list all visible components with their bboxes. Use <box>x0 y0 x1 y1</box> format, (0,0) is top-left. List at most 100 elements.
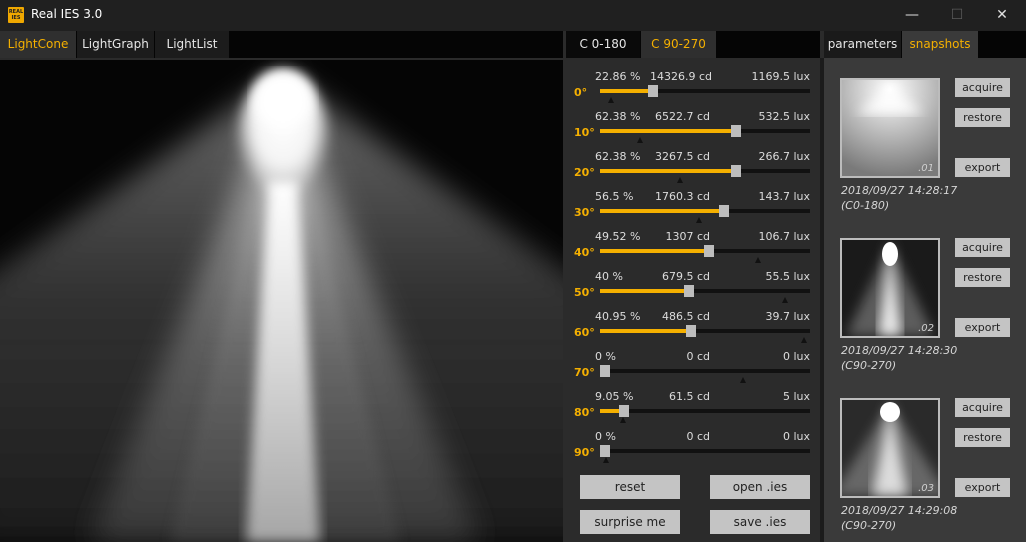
slider-handle[interactable] <box>731 125 741 137</box>
lux-readout: 39.7 lux <box>765 310 810 323</box>
candela-readout: 1307 cd <box>665 230 710 243</box>
restore-button[interactable]: restore <box>955 108 1010 127</box>
angle-label: 0° <box>574 86 588 99</box>
save-ies-button[interactable]: save .ies <box>710 510 810 534</box>
snapshot-thumbnail[interactable]: .03 <box>840 398 940 498</box>
restore-button[interactable]: restore <box>955 428 1010 447</box>
angle-row: 0 % 0 cd 0 lux 90° <box>566 430 820 470</box>
reference-marker-icon <box>782 297 788 303</box>
intensity-slider[interactable] <box>600 165 810 183</box>
candela-readout: 6522.7 cd <box>654 110 710 123</box>
slider-handle[interactable] <box>619 405 629 417</box>
tab-c90-270[interactable]: C 90-270 <box>641 31 716 58</box>
maximize-icon: ☐ <box>950 7 964 23</box>
reference-marker-icon <box>740 377 746 383</box>
lux-readout: 266.7 lux <box>758 150 810 163</box>
minimize-icon: — <box>905 7 919 23</box>
intensity-slider[interactable] <box>600 85 810 103</box>
percent-readout: 49.52 % <box>595 230 641 243</box>
tab-snapshots[interactable]: snapshots <box>902 31 978 58</box>
angle-row: 22.86 % 14326.9 cd 1169.5 lux 0° <box>566 70 820 110</box>
percent-readout: 40.95 % <box>595 310 641 323</box>
slider-handle[interactable] <box>684 285 694 297</box>
percent-readout: 56.5 % <box>595 190 634 203</box>
slider-handle[interactable] <box>600 445 610 457</box>
intensity-slider[interactable] <box>600 445 810 463</box>
lux-readout: 1169.5 lux <box>751 70 810 83</box>
slider-handle[interactable] <box>731 165 741 177</box>
intensity-slider[interactable] <box>600 365 810 383</box>
snapshot-thumbnail[interactable]: .01 <box>840 78 940 178</box>
reference-marker-icon <box>637 137 643 143</box>
open-ies-button[interactable]: open .ies <box>710 475 810 499</box>
angle-row: 62.38 % 3267.5 cd 266.7 lux 20° <box>566 150 820 190</box>
snapshot-preview-1 <box>842 80 938 176</box>
intensity-slider[interactable] <box>600 245 810 263</box>
reset-button[interactable]: reset <box>580 475 680 499</box>
candela-readout: 1760.3 cd <box>654 190 710 203</box>
acquire-button[interactable]: acquire <box>955 78 1010 97</box>
lux-readout: 143.7 lux <box>758 190 810 203</box>
intensity-panel: reset open .ies surprise me save .ies 22… <box>566 58 820 542</box>
angle-row: 62.38 % 6522.7 cd 532.5 lux 10° <box>566 110 820 150</box>
reference-marker-icon <box>696 217 702 223</box>
percent-readout: 62.38 % <box>595 150 641 163</box>
minimize-button[interactable]: — <box>889 0 935 31</box>
angle-label: 50° <box>574 286 595 299</box>
percent-readout: 9.05 % <box>595 390 634 403</box>
reference-marker-icon <box>677 177 683 183</box>
angle-label: 30° <box>574 206 595 219</box>
snapshot-timestamp: 2018/09/27 14:28:30 (C90-270) <box>841 344 958 372</box>
export-button[interactable]: export <box>955 318 1010 337</box>
tab-lightcone[interactable]: LightCone <box>0 31 76 58</box>
title-bar: REAL IES Real IES 3.0 — ☐ ✕ <box>0 0 1026 31</box>
acquire-button[interactable]: acquire <box>955 238 1010 257</box>
intensity-slider[interactable] <box>600 205 810 223</box>
app-logo: REAL IES <box>8 7 24 23</box>
tab-lightlist[interactable]: LightList <box>155 31 229 58</box>
slider-fill <box>600 89 648 93</box>
angle-row: 0 % 0 cd 0 lux 70° <box>566 350 820 390</box>
slider-handle[interactable] <box>600 365 610 377</box>
slider-fill <box>600 169 731 173</box>
intensity-slider[interactable] <box>600 125 810 143</box>
lux-readout: 0 lux <box>782 350 810 363</box>
close-icon: ✕ <box>996 7 1008 23</box>
export-button[interactable]: export <box>955 478 1010 497</box>
angle-row: 40.95 % 486.5 cd 39.7 lux 60° <box>566 310 820 350</box>
percent-readout: 0 % <box>595 350 616 363</box>
intensity-slider[interactable] <box>600 405 810 423</box>
angle-label: 40° <box>574 246 595 259</box>
angle-label: 10° <box>574 126 595 139</box>
snapshot-thumbnail[interactable]: .02 <box>840 238 940 338</box>
candela-readout: 0 cd <box>686 430 710 443</box>
angle-label: 90° <box>574 446 595 459</box>
candela-readout: 0 cd <box>686 350 710 363</box>
slider-handle[interactable] <box>704 245 714 257</box>
candela-readout: 14326.9 cd <box>650 70 713 83</box>
angle-row: 56.5 % 1760.3 cd 143.7 lux 30° <box>566 190 820 230</box>
lux-readout: 5 lux <box>782 390 810 403</box>
snapshot-number: .02 <box>918 323 934 334</box>
intensity-slider[interactable] <box>600 285 810 303</box>
tab-c0-180[interactable]: C 0-180 <box>566 31 640 58</box>
slider-fill <box>600 289 684 293</box>
close-button[interactable]: ✕ <box>979 0 1025 31</box>
lux-readout: 0 lux <box>782 430 810 443</box>
angle-row: 49.52 % 1307 cd 106.7 lux 40° <box>566 230 820 270</box>
surprise-me-button[interactable]: surprise me <box>580 510 680 534</box>
slider-handle[interactable] <box>648 85 658 97</box>
light-cone-viewport[interactable] <box>0 60 563 542</box>
export-button[interactable]: export <box>955 158 1010 177</box>
maximize-button[interactable]: ☐ <box>934 0 980 31</box>
slider-handle[interactable] <box>686 325 696 337</box>
intensity-slider[interactable] <box>600 325 810 343</box>
angle-label: 80° <box>574 406 595 419</box>
reference-marker-icon <box>801 337 807 343</box>
restore-button[interactable]: restore <box>955 268 1010 287</box>
acquire-button[interactable]: acquire <box>955 398 1010 417</box>
tab-parameters[interactable]: parameters <box>824 31 901 58</box>
tab-lightgraph[interactable]: LightGraph <box>77 31 154 58</box>
slider-handle[interactable] <box>719 205 729 217</box>
percent-readout: 22.86 % <box>595 70 641 83</box>
